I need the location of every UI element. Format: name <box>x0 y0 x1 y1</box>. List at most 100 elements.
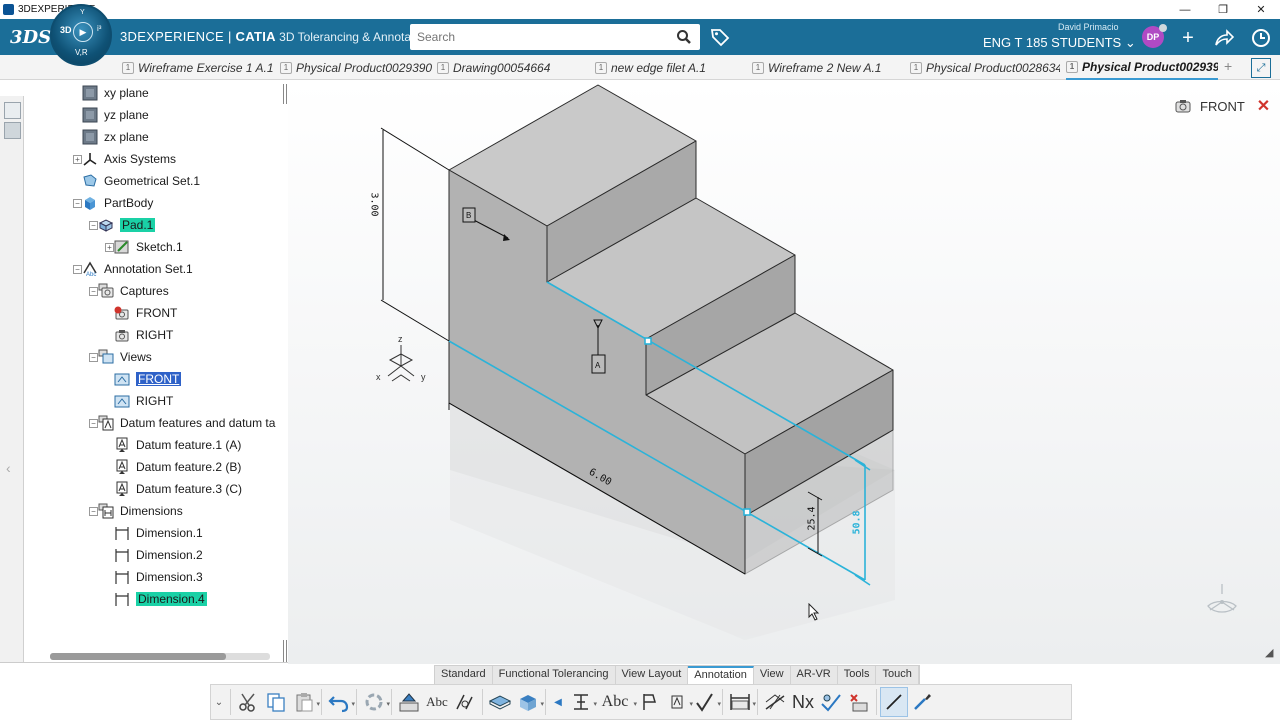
tree-item[interactable]: xy plane <box>82 84 149 103</box>
flag-note-icon[interactable] <box>635 687 663 717</box>
tab-touch[interactable]: Touch <box>876 666 919 684</box>
close-window-button[interactable]: ✕ <box>1242 0 1280 19</box>
brush-tool-icon[interactable] <box>908 687 936 717</box>
tree-item[interactable]: RIGHT <box>114 391 173 411</box>
check-tool-icon[interactable] <box>817 687 845 717</box>
tree-item[interactable]: − Datum features and datum ta <box>89 413 275 433</box>
tab-annotation[interactable]: Annotation <box>688 666 754 684</box>
dim-label-selected[interactable]: 50.8 <box>852 510 863 534</box>
roughness-icon[interactable]: ▾ <box>691 687 721 717</box>
tab-wireframe-2[interactable]: 1 Wireframe 2 New A.1 <box>752 55 902 80</box>
tab-physical-product-active[interactable]: 1 Physical Product002939 <box>1066 55 1218 80</box>
dim-label-height[interactable]: 3.00 <box>369 192 380 216</box>
collapse-icon[interactable]: − <box>89 507 98 516</box>
tab-standard[interactable]: Standard <box>435 666 493 684</box>
text-abc-large-icon[interactable]: Abc ▾ <box>595 687 637 717</box>
tree-mode-icon[interactable] <box>4 122 21 139</box>
expand-icon[interactable]: + <box>73 155 82 164</box>
collapse-icon[interactable]: − <box>89 221 98 230</box>
dimension-frame-icon[interactable]: ▾ <box>726 687 756 717</box>
view-plane-icon[interactable] <box>486 687 514 717</box>
tab-new-edge-filet[interactable]: 1 new edge filet A.1 <box>595 55 745 80</box>
tree-toggle-icon[interactable] <box>4 102 21 119</box>
update-icon[interactable]: ▾ <box>360 687 390 717</box>
tag-icon[interactable] <box>710 27 730 47</box>
tree-item[interactable]: FRONT <box>114 369 182 389</box>
tab-physical-product-286342[interactable]: 1 Physical Product00286342 <box>910 55 1060 80</box>
add-tab-icon[interactable]: + <box>1224 58 1232 74</box>
collapse-icon[interactable]: − <box>89 287 98 296</box>
tab-view-layout[interactable]: View Layout <box>616 666 689 684</box>
datum-feature-tool-icon[interactable]: ▾ <box>663 687 693 717</box>
copy-icon[interactable] <box>262 687 290 717</box>
undo-icon[interactable]: ▾ <box>325 687 355 717</box>
tree-item[interactable]: Datum feature.3 (C) <box>114 479 242 499</box>
tree-item[interactable]: RIGHT <box>114 325 173 345</box>
play-icon[interactable]: ▶ <box>73 22 93 42</box>
collapse-icon[interactable]: − <box>73 265 82 274</box>
chevron-down-icon[interactable]: ⌄ <box>211 687 227 717</box>
tree-item[interactable]: − Captures <box>89 281 169 301</box>
search-input[interactable] <box>410 30 665 44</box>
collab-space-selector[interactable]: ENG T 185 STUDENTS ⌄ <box>983 35 1136 51</box>
compass-apps-icon[interactable] <box>1250 27 1272 49</box>
nx-icon[interactable]: Nx <box>789 687 817 717</box>
hide-annotation-icon[interactable] <box>761 687 789 717</box>
tab-tools[interactable]: Tools <box>838 666 877 684</box>
delete-annotation-icon[interactable] <box>845 687 873 717</box>
tree-item[interactable]: FRONT <box>114 303 177 323</box>
close-capture-icon[interactable]: ✕ <box>1257 96 1270 116</box>
tree-item[interactable]: − Dimensions <box>89 501 183 521</box>
tree-item[interactable]: − PartBody <box>73 193 153 213</box>
panel-splitter[interactable] <box>283 84 287 104</box>
tree-item[interactable]: Datum feature.2 (B) <box>114 457 241 477</box>
text-abc-icon[interactable]: Abc <box>423 687 451 717</box>
app-title[interactable]: 3DEXPERIENCE | CATIA 3D Tolerancing & An… <box>120 29 424 44</box>
tab-functional-tolerancing[interactable]: Functional Tolerancing <box>493 666 616 684</box>
tree-item[interactable]: Dimension.2 <box>114 545 203 565</box>
collapse-icon[interactable]: − <box>89 353 98 362</box>
cut-icon[interactable] <box>234 687 262 717</box>
compass-widget[interactable]: Y 3D ▶ i³ V,R <box>50 4 112 66</box>
panel-splitter-bottom[interactable] <box>283 640 287 662</box>
tree-item[interactable]: yz plane <box>82 105 149 125</box>
line-tool-icon[interactable] <box>880 687 908 717</box>
tree-item[interactable]: − Abc Annotation Set.1 <box>73 259 193 279</box>
tree-item[interactable]: − Views <box>89 347 152 367</box>
maximize-icon[interactable]: ⤢ <box>1251 58 1271 78</box>
3ds-logo-icon[interactable]: 3DS <box>10 27 51 48</box>
search-box[interactable] <box>410 24 700 50</box>
tree-item[interactable]: − Pad.1 <box>89 215 156 235</box>
model-canvas[interactable] <box>288 81 1280 664</box>
tree-item[interactable]: Dimension.1 <box>114 523 203 543</box>
expand-icon[interactable]: + <box>105 243 114 252</box>
share-icon[interactable] <box>1213 27 1235 49</box>
tree-item[interactable]: zx plane <box>82 127 149 147</box>
collapse-icon[interactable]: − <box>89 419 98 428</box>
tree-item[interactable]: + Axis Systems <box>73 149 176 169</box>
scrollbar-thumb[interactable] <box>50 653 226 660</box>
datum-tool-icon[interactable]: ▾ <box>567 687 597 717</box>
tab-wireframe-exercise[interactable]: 1 Wireframe Exercise 1 A.1 <box>122 55 282 80</box>
tree-item[interactable]: Geometrical Set.1 <box>82 171 200 191</box>
collapse-icon[interactable]: − <box>73 199 82 208</box>
3d-viewport[interactable]: 3.00 6.00 25.4 50.8 B A z x y <box>288 81 1280 664</box>
annotation-set-tool-icon[interactable] <box>395 687 423 717</box>
tree-item[interactable]: + Sketch.1 <box>105 237 183 257</box>
tree-item[interactable]: Dimension.3 <box>114 567 203 587</box>
tree-horizontal-scrollbar[interactable] <box>50 653 270 660</box>
paste-icon[interactable]: ▾ <box>290 687 320 717</box>
restore-button[interactable]: ❐ <box>1204 0 1242 19</box>
chevron-left-icon[interactable]: ‹ <box>6 460 11 476</box>
tab-ar-vr[interactable]: AR-VR <box>791 666 838 684</box>
tree-item[interactable]: Dimension.4 <box>114 589 207 609</box>
view-cube-icon[interactable]: ▾ <box>514 687 544 717</box>
tab-physical-product-293905[interactable]: 1 Physical Product00293905 <box>280 55 432 80</box>
add-icon[interactable]: + <box>1177 27 1199 49</box>
dim-label-step[interactable]: 25.4 <box>807 506 818 530</box>
resize-arrow-icon[interactable]: ◢ <box>1265 646 1273 659</box>
orientation-robot-icon[interactable] <box>1200 580 1244 620</box>
search-icon[interactable] <box>676 29 692 45</box>
tab-drawing[interactable]: 1 Drawing00054664 <box>437 55 587 80</box>
dimension-tool-icon[interactable] <box>451 687 479 717</box>
